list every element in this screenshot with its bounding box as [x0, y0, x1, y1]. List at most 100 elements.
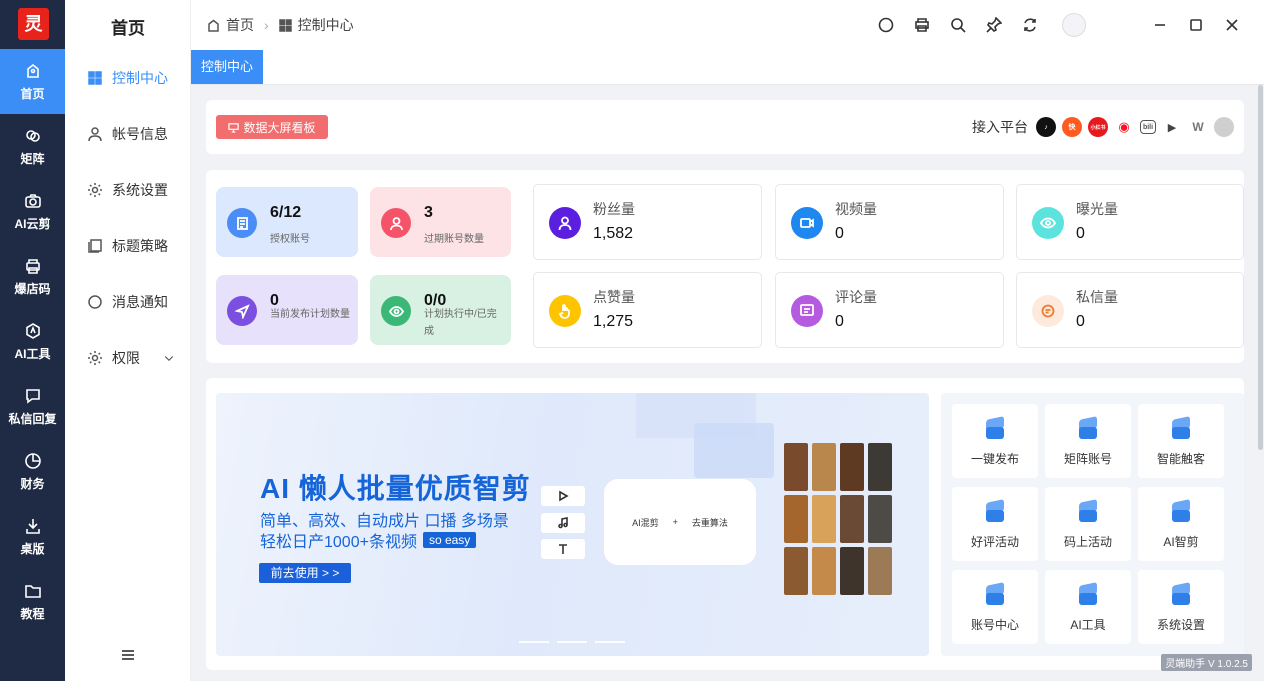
platform-label: 接入平台 — [972, 119, 1028, 135]
gear-icon — [88, 351, 102, 365]
quick-ai-tools-button[interactable]: AI工具 — [1045, 570, 1131, 644]
quick-one-click-publish-button[interactable]: 一键发布 — [952, 404, 1038, 478]
food-image — [784, 495, 808, 543]
cube-icon — [1075, 415, 1101, 440]
subnav-item-account-info[interactable]: 帐号信息 — [87, 123, 168, 145]
quick-system-settings-button[interactable]: 系统设置 — [1138, 570, 1224, 644]
stat-likes[interactable]: 点赞量 1,275 — [533, 272, 762, 348]
close-button[interactable] — [1222, 15, 1242, 35]
rail-item-ai-cloud-edit[interactable]: AI云剪 — [0, 179, 65, 244]
home-icon — [26, 63, 39, 78]
subnav-title: 首页 — [111, 19, 145, 38]
subnav-item-title-strategy[interactable]: 标题策略 — [87, 235, 168, 257]
cube-icon — [982, 415, 1008, 440]
more-platform-icon[interactable] — [1214, 117, 1234, 137]
banner-title: AI 懒人批量优质智剪 — [260, 473, 531, 504]
maximize-button[interactable] — [1186, 15, 1206, 35]
rail-item-label: AI云剪 — [14, 216, 51, 231]
document-icon — [227, 208, 257, 238]
cube-icon — [1075, 581, 1101, 606]
cube-icon — [1075, 498, 1101, 523]
publish-plan-card[interactable]: 0 当前发布计划数量 — [216, 275, 358, 345]
play-media-icon — [541, 486, 585, 506]
data-screen-button[interactable]: 数据大屏看板 — [216, 115, 328, 139]
quick-qr-activity-button[interactable]: 码上活动 — [1045, 487, 1131, 561]
quick-label: 系统设置 — [1156, 617, 1205, 632]
rail-item-tutorial[interactable]: 教程 — [0, 569, 65, 634]
print-button[interactable] — [912, 15, 932, 35]
maximize-icon — [1190, 19, 1202, 31]
bilibili-icon[interactable]: bili — [1140, 120, 1156, 134]
rail-item-label: AI工具 — [14, 346, 51, 361]
message-icon — [88, 295, 102, 309]
rail-item-ai-tools[interactable]: AI工具 — [0, 309, 65, 374]
breadcrumb-home[interactable]: 首页 — [226, 15, 254, 35]
ai-tool-icon — [25, 322, 40, 339]
subnav-item-system-settings[interactable]: 系统设置 — [87, 179, 168, 201]
pie-icon — [24, 452, 41, 469]
message-button[interactable] — [876, 15, 896, 35]
collapse-menu-icon[interactable] — [121, 648, 135, 662]
food-image-grid — [784, 443, 896, 601]
rail-item-label: 教程 — [20, 606, 45, 621]
subnav-item-notifications[interactable]: 消息通知 — [87, 291, 168, 313]
text-media-icon — [541, 539, 585, 559]
food-image — [840, 547, 864, 595]
authorized-accounts-card[interactable]: 6/12 授权账号 — [216, 187, 358, 257]
toutiao-icon[interactable]: ◉ — [1114, 117, 1134, 137]
video-camera-icon — [791, 207, 823, 239]
food-image — [812, 443, 836, 491]
quick-smart-reach-button[interactable]: 智能触客 — [1138, 404, 1224, 478]
printer-icon — [25, 258, 40, 274]
xiaohongshu-icon[interactable]: 小红书 — [1088, 117, 1108, 137]
rail-item-finance[interactable]: 财务 — [0, 439, 65, 504]
vertical-scrollbar[interactable] — [1258, 85, 1263, 450]
douyin-icon[interactable]: ♪ — [1036, 117, 1056, 137]
search-button[interactable] — [948, 15, 968, 35]
kuaishou-icon[interactable]: 快 — [1062, 117, 1082, 137]
food-image — [812, 547, 836, 595]
rail-item-label: 财务 — [20, 476, 45, 491]
pin-button[interactable] — [984, 15, 1004, 35]
rail-item-dm-reply[interactable]: 私信回复 — [0, 374, 65, 439]
stat-exposure[interactable]: 曝光量 0 — [1016, 184, 1244, 260]
banner-tag: so easy — [422, 532, 477, 548]
wechat-channels-icon[interactable]: W — [1188, 117, 1208, 137]
subnav-item-control-center[interactable]: 控制中心 — [87, 67, 168, 89]
app-rail: 灵 首页 矩阵 AI云剪 爆店码 AI工具 私信回复 财务 桌版 教程 — [0, 0, 65, 681]
quick-account-center-button[interactable]: 账号中心 — [952, 570, 1038, 644]
cube-icon — [982, 498, 1008, 523]
promo-banner[interactable]: AI 懒人批量优质智剪 简单、高效、自动成片 口播 多场景 轻松日产1000+条… — [216, 393, 929, 656]
banner-pagination[interactable] — [519, 641, 625, 643]
quick-ai-smart-edit-button[interactable]: AI智剪 — [1138, 487, 1224, 561]
tab-strip: 控制中心 — [191, 50, 1264, 85]
banner-go-button[interactable]: 前去使用 > > — [259, 563, 351, 583]
user-avatar[interactable] — [1062, 13, 1086, 37]
ai-mix-card: AI混剪 + 去重算法 — [604, 479, 756, 565]
stat-videos[interactable]: 视频量 0 — [775, 184, 1004, 260]
expired-accounts-card[interactable]: 3 过期账号数量 — [370, 187, 511, 257]
quick-matrix-account-button[interactable]: 矩阵账号 — [1045, 404, 1131, 478]
rail-item-label: 首页 — [20, 86, 45, 101]
stat-fans[interactable]: 粉丝量 1,582 — [533, 184, 762, 260]
rail-item-matrix[interactable]: 矩阵 — [0, 114, 65, 179]
play-decoration — [694, 423, 774, 478]
quick-review-activity-button[interactable]: 好评活动 — [952, 487, 1038, 561]
stat-messages[interactable]: 私信量 0 — [1016, 272, 1244, 348]
stat-comments[interactable]: 评论量 0 — [775, 272, 1004, 348]
message-icon — [1032, 295, 1064, 327]
rail-item-shop-code[interactable]: 爆店码 — [0, 244, 65, 309]
subnav-item-permissions[interactable]: 权限 — [87, 347, 175, 369]
rail-item-desktop[interactable]: 桌版 — [0, 504, 65, 569]
rail-item-home[interactable]: 首页 — [0, 49, 65, 114]
plan-execution-card[interactable]: 0/0 计划执行中/已完成 — [370, 275, 511, 345]
quick-label: AI智剪 — [1163, 534, 1199, 549]
download-icon — [25, 518, 40, 534]
rail-item-label: 桌版 — [20, 541, 45, 556]
refresh-button[interactable] — [1020, 15, 1040, 35]
video-icon[interactable]: ▶ — [1162, 117, 1182, 137]
quick-label: AI工具 — [1070, 617, 1106, 632]
tab-control-center[interactable]: 控制中心 — [191, 50, 264, 84]
minimize-button[interactable] — [1150, 15, 1170, 35]
music-media-icon — [541, 513, 585, 533]
